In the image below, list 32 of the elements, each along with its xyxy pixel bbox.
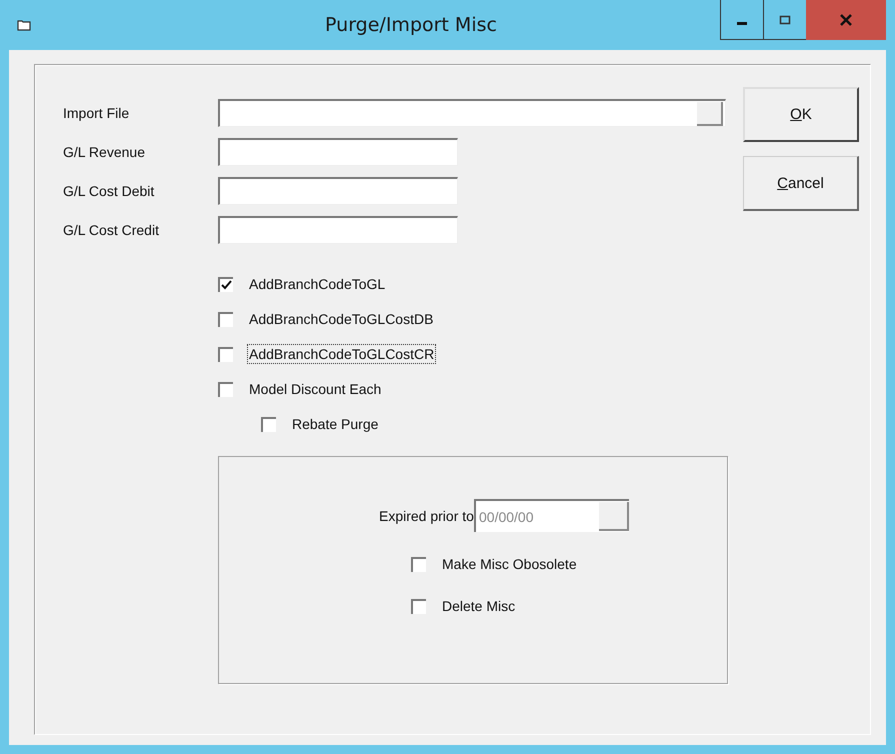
checkbox-label[interactable]: Rebate Purge	[290, 414, 380, 434]
checkbox[interactable]	[261, 416, 276, 432]
file-field[interactable]	[218, 99, 726, 127]
field-label: G/L Revenue	[63, 144, 146, 160]
field-label: G/L Cost Credit	[63, 222, 160, 238]
minimize-button[interactable]	[720, 0, 764, 40]
checkbox[interactable]	[411, 598, 426, 614]
checkbox[interactable]	[218, 382, 233, 396]
field-label: Import File	[63, 105, 130, 121]
date-label: Expired prior to	[379, 508, 474, 524]
field-label: G/L Cost Debit	[63, 183, 156, 199]
input-field[interactable]	[218, 138, 458, 166]
checkbox-label[interactable]: AddBranchCodeToGLCostDB	[247, 309, 436, 329]
folder-icon	[17, 19, 31, 31]
window-title: Purge/Import Misc	[324, 14, 498, 36]
checkbox[interactable]	[218, 276, 233, 292]
checkbox-label[interactable]: Model Discount Each	[247, 379, 384, 399]
checkbox-label[interactable]: Delete Misc	[440, 596, 518, 616]
checkbox-label[interactable]: AddBranchCodeToGL	[247, 274, 388, 294]
checkbox[interactable]	[218, 346, 233, 362]
input-field[interactable]	[218, 177, 458, 205]
checkbox[interactable]	[218, 312, 233, 326]
cancel-button[interactable]: Cancel	[743, 156, 859, 211]
ok-button[interactable]: OK	[743, 87, 859, 142]
checkbox-label[interactable]: Make Misc Obosolete	[440, 554, 579, 574]
close-icon	[839, 14, 853, 26]
minimize-icon	[737, 22, 747, 24]
browse-button[interactable]	[697, 102, 723, 126]
checkbox[interactable]	[411, 556, 426, 572]
maximize-icon	[779, 14, 791, 24]
checkbox-label[interactable]: AddBranchCodeToGLCostCR	[247, 344, 436, 364]
input-field[interactable]	[218, 216, 458, 244]
